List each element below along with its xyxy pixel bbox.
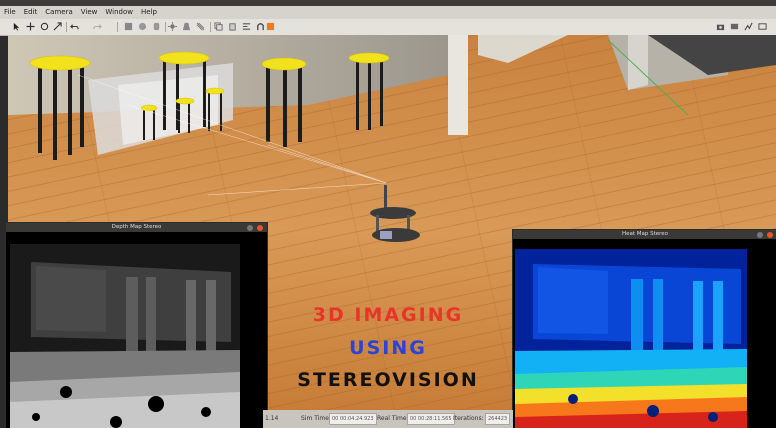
menu-help[interactable]: Help <box>137 6 161 19</box>
cylinder-icon[interactable] <box>152 22 161 31</box>
menu-bar: File Edit Camera View Window Help <box>0 6 776 19</box>
overlay-line-1-text: 3D IMAGING <box>312 304 464 326</box>
status-bar: 1.14 Sim Time: 00 00:04:24.923 Real Time… <box>263 410 513 428</box>
heat-map-title-text: Heat Map Stereo <box>621 231 669 237</box>
close-button[interactable] <box>257 224 263 231</box>
menu-file[interactable]: File <box>0 6 20 19</box>
video-icon[interactable] <box>758 22 767 31</box>
heat-map-window[interactable]: Heat Map Stereo <box>512 229 776 428</box>
redo-icon[interactable] <box>93 22 102 31</box>
overlay-line-1: 3D IMAGING <box>268 304 508 326</box>
status-left-value: 1.14 <box>265 415 279 422</box>
select-icon[interactable] <box>12 22 21 31</box>
orange-square-icon[interactable] <box>266 22 275 31</box>
real-time-label: Real Time: <box>377 415 409 422</box>
menu-camera[interactable]: Camera <box>41 6 76 19</box>
depth-map-title-text: Depth Map Stereo <box>111 224 162 230</box>
close-button[interactable] <box>767 231 773 238</box>
menu-view[interactable]: View <box>77 6 102 19</box>
minimize-button[interactable] <box>757 231 763 238</box>
plot-icon[interactable] <box>744 22 753 31</box>
screenshot-icon[interactable] <box>716 22 725 31</box>
directional-light-icon[interactable] <box>196 22 205 31</box>
depth-map-window[interactable]: Depth Map Stereo <box>5 222 268 428</box>
toolbar <box>0 19 776 36</box>
menu-edit[interactable]: Edit <box>20 6 42 19</box>
translate-icon[interactable] <box>26 22 35 31</box>
real-time-value: 00 00:28:11.565 <box>407 413 455 425</box>
overlay-line-2-text: USING <box>349 337 427 359</box>
depth-map-image <box>6 232 267 428</box>
overlay-line-3-text: STEREOVISION <box>297 369 479 391</box>
align-icon[interactable] <box>242 22 251 31</box>
minimize-button[interactable] <box>247 224 253 231</box>
overlay-line-3: STEREOVISION <box>268 369 508 391</box>
paste-icon[interactable] <box>228 22 237 31</box>
heat-map-title: Heat Map Stereo <box>513 230 776 239</box>
depth-map-title: Depth Map Stereo <box>6 223 267 232</box>
scale-icon[interactable] <box>53 22 62 31</box>
menu-window[interactable]: Window <box>101 6 137 19</box>
box-icon[interactable] <box>124 22 133 31</box>
undo-icon[interactable] <box>70 22 79 31</box>
iterations-value: 264423 <box>485 413 511 425</box>
sun-icon[interactable] <box>168 22 177 31</box>
copy-icon[interactable] <box>214 22 223 31</box>
spotlight-icon[interactable] <box>182 22 191 31</box>
record-icon[interactable] <box>730 22 739 31</box>
gazebo-window: File Edit Camera View Window Help Depth … <box>0 0 776 428</box>
rotate-icon[interactable] <box>40 22 49 31</box>
iterations-label: Iterations: <box>453 415 484 422</box>
sphere-icon[interactable] <box>138 22 147 31</box>
snap-icon[interactable] <box>256 22 265 31</box>
heat-map-image <box>513 239 776 428</box>
sim-time-value: 00 00:04:24.923 <box>329 413 377 425</box>
overlay-line-2: USING <box>268 337 508 359</box>
sim-time-label: Sim Time: <box>301 415 331 422</box>
